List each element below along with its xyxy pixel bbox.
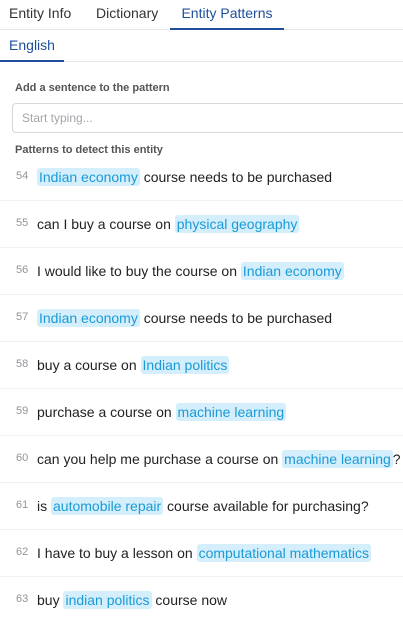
tab-entity-patterns[interactable]: Entity Patterns — [170, 0, 284, 30]
entity-highlight[interactable]: computational mathematics — [196, 544, 371, 562]
sentence-text: course available for purchasing? — [163, 498, 369, 514]
add-sentence-field — [12, 103, 403, 133]
pattern-row[interactable]: 62 I have to buy a lesson on computationa… — [0, 530, 403, 577]
sentence-text: buy a course on — [37, 357, 141, 373]
entity-highlight[interactable]: machine learning — [175, 403, 287, 421]
pattern-number: 62 — [16, 546, 29, 558]
pattern-row[interactable]: 59 purchase a course on machine learning — [0, 389, 403, 436]
pattern-row[interactable]: 54 Indian economy course needs to be purc… — [0, 154, 403, 201]
pattern-number: 56 — [16, 264, 29, 276]
sentence-text: course needs to be purchased — [139, 310, 333, 326]
entity-highlight[interactable]: Indian economy — [37, 168, 140, 186]
entity-highlight[interactable]: Indian economy — [37, 309, 140, 327]
patterns-list: 54 Indian economy course needs to be purc… — [0, 154, 403, 624]
sentence-text: is — [37, 498, 51, 514]
entity-highlight[interactable]: automobile repair — [51, 497, 164, 515]
pattern-number: 59 — [16, 405, 29, 417]
pattern-number: 60 — [16, 452, 29, 464]
entity-highlight[interactable]: indian politics — [63, 591, 152, 609]
sentence-text: can you help me purchase a course on — [37, 451, 283, 467]
pattern-sentence: can you help me purchase a course on mac… — [37, 449, 401, 469]
add-sentence-input[interactable] — [13, 104, 403, 132]
pattern-row[interactable]: 61 is automobile repair course available … — [0, 483, 403, 530]
pattern-sentence: is automobile repair course available fo… — [37, 496, 369, 516]
sentence-text: course needs to be purchased — [139, 169, 333, 185]
sentence-text: I have to buy a lesson on — [37, 545, 197, 561]
pattern-row[interactable]: 55 can I buy a course on physical geograp… — [0, 201, 403, 248]
entity-highlight[interactable]: machine learning — [282, 450, 393, 468]
tab-language-english[interactable]: English — [0, 30, 64, 62]
pattern-number: 55 — [16, 217, 29, 229]
pattern-sentence: Indian economy course needs to be purcha… — [37, 167, 332, 187]
pattern-row[interactable]: 63 buy indian politics course now — [0, 577, 403, 624]
tab-dictionary[interactable]: Dictionary — [96, 0, 158, 30]
sentence-text: purchase a course on — [37, 404, 176, 420]
sentence-text: I would like to buy the course on — [37, 263, 241, 279]
pattern-sentence: can I buy a course on physical geography — [37, 214, 300, 234]
pattern-number: 58 — [16, 358, 29, 370]
pattern-row[interactable]: 57 Indian economy course needs to be purc… — [0, 295, 403, 342]
pattern-number: 57 — [16, 311, 29, 323]
language-tabs: English — [0, 30, 403, 62]
pattern-number: 61 — [16, 499, 29, 511]
entity-tabs: Entity Info Dictionary Entity Patterns — [0, 0, 403, 30]
pattern-sentence: I would like to buy the course on Indian… — [37, 261, 344, 281]
pattern-row[interactable]: 58 buy a course on Indian politics — [0, 342, 403, 389]
sentence-text: can I buy a course on — [37, 216, 175, 232]
pattern-sentence: buy a course on Indian politics — [37, 355, 230, 375]
sentence-text: course now — [151, 592, 228, 608]
pattern-row[interactable]: 60 can you help me purchase a course on m… — [0, 436, 403, 483]
entity-highlight[interactable]: Indian politics — [140, 356, 230, 374]
pattern-row[interactable]: 56 I would like to buy the course on Indi… — [0, 248, 403, 295]
pattern-number: 54 — [16, 170, 29, 182]
sentence-text: buy — [37, 592, 64, 608]
pattern-sentence: purchase a course on machine learning — [37, 402, 287, 422]
pattern-sentence: buy indian politics course now — [37, 590, 227, 610]
pattern-sentence: Indian economy course needs to be purcha… — [37, 308, 332, 328]
entity-highlight[interactable]: Indian economy — [240, 262, 344, 280]
pattern-number: 63 — [16, 593, 29, 605]
add-sentence-label: Add a sentence to the pattern — [15, 82, 170, 94]
pattern-sentence: I have to buy a lesson on computational … — [37, 543, 371, 563]
entity-highlight[interactable]: physical geography — [174, 215, 300, 233]
sentence-text: ? — [392, 451, 401, 467]
tab-entity-info[interactable]: Entity Info — [9, 0, 71, 30]
